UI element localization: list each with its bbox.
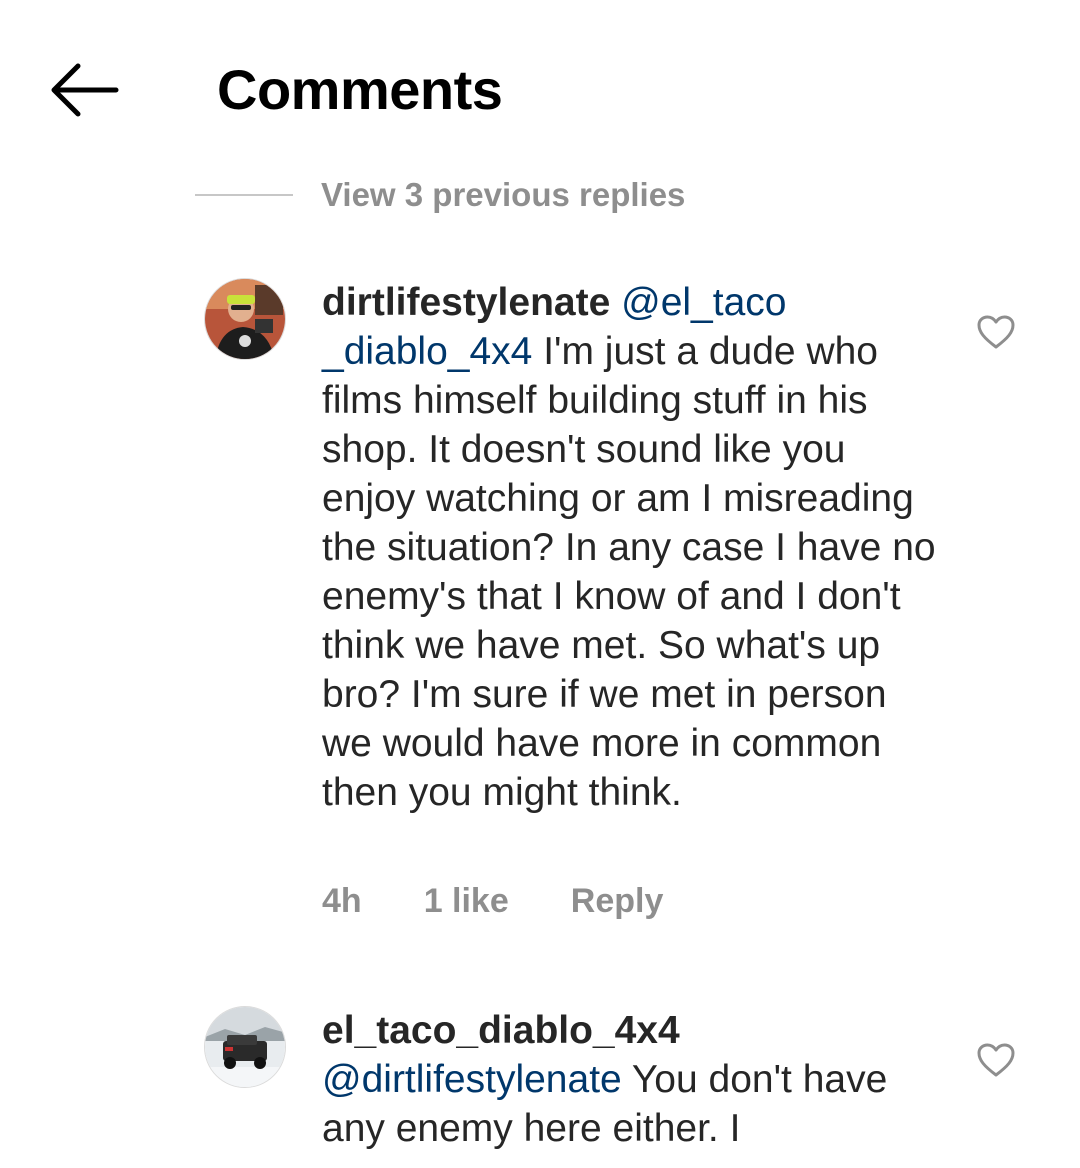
view-previous-replies-button[interactable]: View 3 previous replies: [195, 170, 685, 220]
comment-item: dirtlifestylenate @el_taco _diablo_4x4 I…: [0, 278, 1080, 938]
heart-outline-icon: [977, 1043, 1015, 1077]
like-button[interactable]: [976, 1042, 1016, 1078]
page-title: Comments: [217, 58, 503, 121]
back-button[interactable]: [44, 58, 124, 122]
comment-timestamp: 4h: [322, 882, 362, 920]
comment-like-count[interactable]: 1 like: [424, 882, 509, 921]
avatar[interactable]: [204, 278, 286, 360]
like-button[interactable]: [976, 314, 1016, 350]
avatar[interactable]: [204, 1006, 286, 1088]
comment-username[interactable]: el_taco_diablo_4x4: [322, 1009, 680, 1052]
view-previous-replies-label: View 3 previous replies: [321, 176, 686, 213]
profile-photo-image: [205, 1007, 285, 1087]
reply-button[interactable]: Reply: [571, 882, 664, 921]
heart-outline-icon: [977, 315, 1015, 349]
arrow-left-icon: [51, 63, 119, 117]
comment-text: el_taco_diablo_4x4 @dirtlifestylenate Yo…: [322, 1006, 942, 1153]
comment-mention[interactable]: @dirtlifestylenate: [322, 1058, 622, 1101]
comment-text: dirtlifestylenate @el_taco _diablo_4x4 I…: [322, 278, 942, 817]
comments-header: Comments: [0, 0, 1080, 180]
thread-divider: [195, 194, 293, 196]
profile-photo-image: [205, 279, 285, 359]
comment-item: el_taco_diablo_4x4 @dirtlifestylenate Yo…: [0, 1006, 1080, 1168]
comment-meta: 4h 1 like Reply: [322, 882, 725, 921]
comment-message: I'm just a dude who films himself buildi…: [322, 330, 936, 814]
comment-username[interactable]: dirtlifestylenate: [322, 281, 610, 324]
